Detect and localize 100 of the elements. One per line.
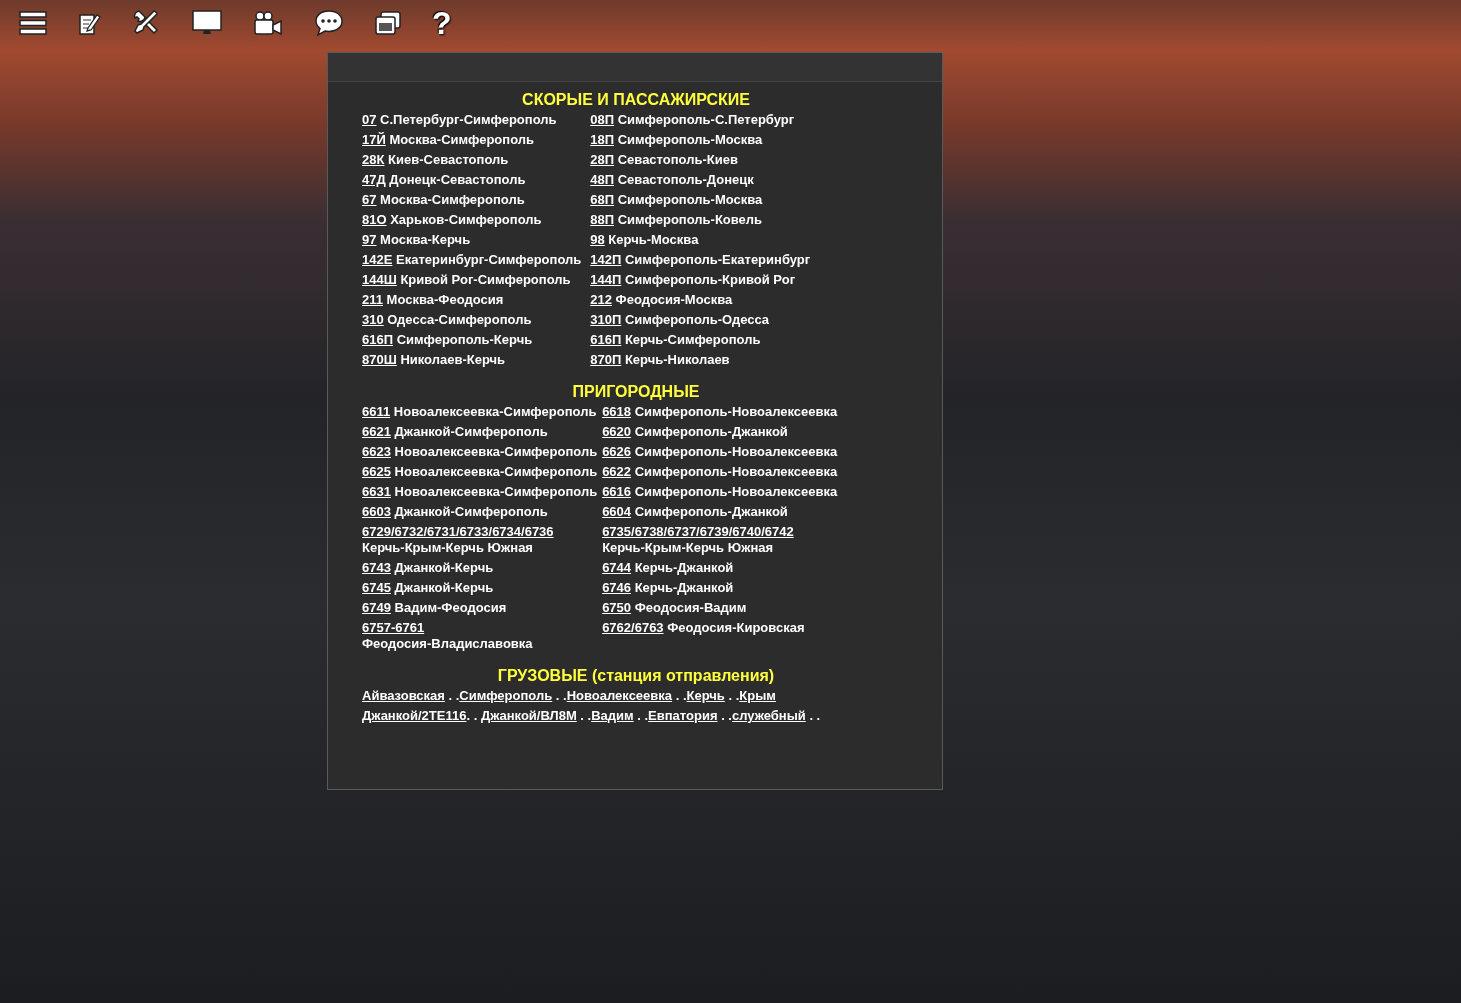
train-number-link[interactable]: 6744 (602, 560, 632, 575)
station-link[interactable]: Евпатория (648, 708, 718, 723)
train-number-link[interactable]: 97 (362, 232, 377, 247)
speech-bubble-icon[interactable] (314, 9, 344, 37)
station-link[interactable]: Джанкой/2TE116 (362, 708, 467, 723)
route-label: Новоалексеевка-Симферополь (393, 404, 597, 420)
separator-dots: . . (720, 708, 732, 723)
route-label: Симферополь-С.Петербург (617, 112, 795, 128)
train-number-link[interactable]: 28П (590, 152, 615, 167)
train-number-link[interactable]: 47Д (362, 172, 386, 187)
route-label: Кривой Рог-Симферополь (400, 272, 571, 288)
train-number-link[interactable]: 98 (590, 232, 605, 247)
route-label: Феодосия-Кировская (667, 620, 805, 636)
train-number-link[interactable]: 6750 (602, 600, 632, 615)
train-number-link[interactable]: 144П (590, 272, 622, 287)
route-label: Вадим-Феодосия (394, 600, 507, 616)
train-number-link[interactable]: 310П (590, 312, 622, 327)
section-title: СКОРЫЕ И ПАССАЖИРСКИЕ (522, 90, 750, 110)
train-number-link[interactable]: 6749 (362, 600, 391, 615)
route-label: Симферополь-Джанкой (634, 424, 788, 440)
train-number-link[interactable]: 6611 (362, 404, 391, 419)
train-number-link[interactable]: 08П (590, 112, 615, 127)
route-label: Москва-Симферополь (389, 132, 534, 148)
train-number-link[interactable]: 6625 (362, 464, 391, 479)
separator-dots: . . (808, 708, 821, 723)
train-number-link[interactable]: 310 (362, 312, 384, 327)
separator-dots: . . (554, 688, 567, 703)
train-number-link[interactable]: 212 (590, 292, 612, 307)
station-link[interactable]: Айвазовская (362, 688, 445, 703)
train-number-link[interactable]: 211 (362, 292, 383, 307)
monitor-icon[interactable] (192, 10, 222, 36)
section-title: ПРИГОРОДНЫЕ (572, 382, 700, 402)
train-number-link[interactable]: 6620 (602, 424, 632, 439)
train-number-link[interactable]: 6604 (602, 504, 632, 519)
train-number-link[interactable]: 28К (362, 152, 385, 167)
train-number-link[interactable]: 48П (590, 172, 615, 187)
train-number-link[interactable]: 18П (590, 132, 615, 147)
train-number-link[interactable]: 6616 (602, 484, 632, 499)
train-number-link[interactable]: 17Й (362, 132, 386, 147)
train-number-link[interactable]: 6631 (362, 484, 391, 499)
section-title: ГРУЗОВЫЕ (станция отправления) (497, 666, 775, 686)
train-number-link[interactable]: 6746 (602, 580, 632, 595)
train-number-link[interactable]: 6743 (362, 560, 391, 575)
route-label: Джанкой-Симферополь (394, 504, 548, 520)
route-label: Севастополь-Киев (617, 152, 738, 168)
route-label: Симферополь-Ковель (617, 212, 763, 228)
train-number-link[interactable]: 6623 (362, 444, 391, 459)
route-label: Симферополь-Одесса (624, 312, 770, 328)
route-label: Донецк-Севастополь (389, 172, 526, 188)
train-number-link[interactable]: 6622 (602, 464, 632, 479)
route-label: Симферополь-Новоалексеевка (634, 404, 838, 420)
train-number-link[interactable]: 6745 (362, 580, 391, 595)
separator-dots: . . (727, 688, 740, 703)
train-number-link[interactable]: 6618 (602, 404, 632, 419)
train-number-link[interactable]: 88П (590, 212, 615, 227)
station-link[interactable]: Симферополь (459, 688, 553, 703)
train-number-link[interactable]: 142П (590, 252, 622, 267)
station-link[interactable]: Крым (739, 688, 776, 703)
route-label: Новоалексеевка-Симферополь (394, 444, 598, 460)
route-label: Севастополь-Донецк (617, 172, 754, 188)
train-number-link[interactable]: 6757-6761 (362, 620, 425, 636)
separator-dots: . . (447, 688, 460, 703)
route-label: Симферополь-Джанкой (634, 504, 788, 520)
route-label: Екатеринбург-Симферополь (396, 252, 582, 268)
video-camera-icon[interactable] (253, 10, 283, 36)
menu-icon[interactable] (19, 11, 47, 35)
train-number-link[interactable]: 616П (362, 332, 394, 347)
route-label: Симферополь-Новоалексеевка (634, 464, 838, 480)
route-label: Симферополь-Москва (617, 132, 763, 148)
route-label: Москва-Симферополь (380, 192, 525, 208)
train-number-link[interactable]: 67 (362, 192, 377, 207)
train-number-link[interactable]: 870Ш (362, 352, 397, 367)
train-number-link[interactable]: 6729/6732/6731/6733/6734/6736 (362, 524, 554, 540)
train-number-link[interactable]: 870П (590, 352, 622, 367)
train-number-link[interactable]: 81О (362, 212, 387, 227)
train-number-link[interactable]: 07 (362, 112, 377, 127)
route-label: Керчь-Крым-Керчь Южная (602, 540, 774, 556)
route-label: Москва-Керчь (380, 232, 471, 248)
train-number-link[interactable]: 6603 (362, 504, 391, 519)
train-number-link[interactable]: 6762/6763 (602, 620, 664, 635)
route-label: Феодосия-Вадим (634, 600, 747, 616)
separator-dots: . . (466, 708, 479, 723)
station-link[interactable]: Джанкой/ВЛ8М (480, 708, 577, 723)
train-number-link[interactable]: 142Е (362, 252, 393, 267)
train-number-link[interactable]: 68П (590, 192, 615, 207)
wrench-screwdriver-icon[interactable] (133, 9, 161, 37)
stacked-windows-icon[interactable] (375, 11, 401, 35)
route-label: Керчь-Джанкой (634, 560, 734, 576)
train-number-link[interactable]: 6735/6738/6737/6739/6740/6742 (602, 524, 794, 540)
station-link[interactable]: Вадим (591, 708, 634, 723)
train-number-link[interactable]: 6626 (602, 444, 632, 459)
route-label: Керчь-Крым-Керчь Южная (362, 540, 533, 556)
route-label: Симферополь-Екатеринбург (624, 252, 811, 268)
route-label: Харьков-Симферополь (390, 212, 542, 228)
route-label: Феодосия-Владиславовка (362, 636, 533, 652)
train-number-link[interactable]: 144Ш (362, 272, 397, 287)
train-number-link[interactable]: 616П (590, 332, 622, 347)
train-number-link[interactable]: 6621 (362, 424, 391, 439)
route-label: Феодосия-Москва (615, 292, 733, 308)
route-label: Николаев-Керчь (400, 352, 506, 368)
